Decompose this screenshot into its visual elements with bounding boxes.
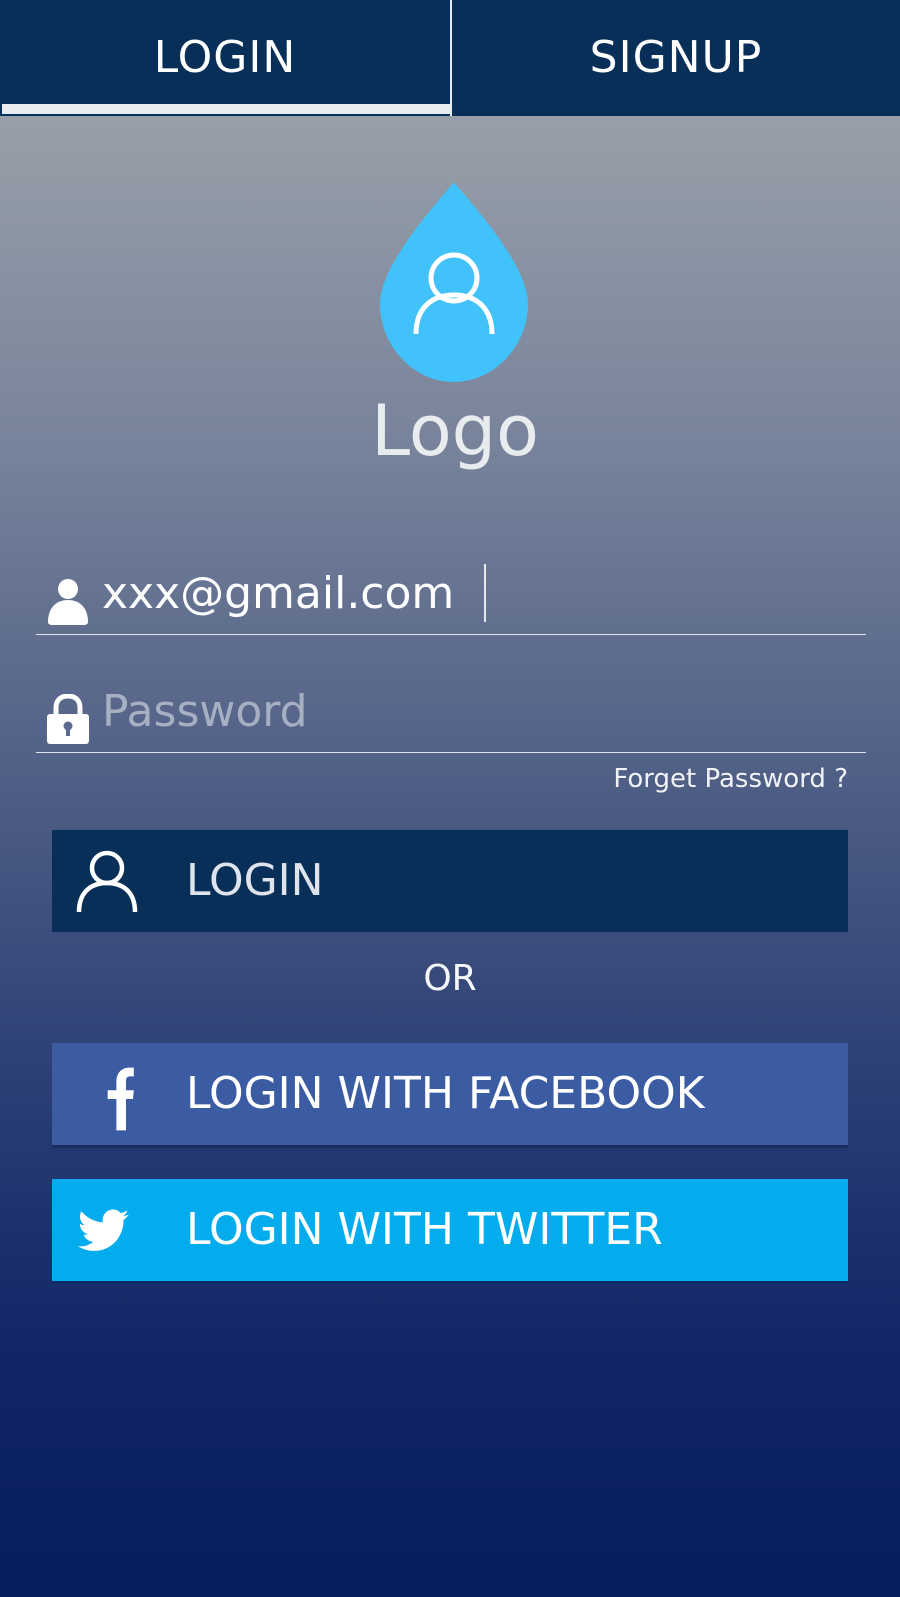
- login-button[interactable]: LOGIN: [52, 830, 848, 932]
- facebook-icon: [107, 1067, 134, 1131]
- lock-icon: [47, 694, 89, 744]
- text-cursor: [484, 564, 486, 622]
- active-tab-indicator: [2, 104, 450, 114]
- or-separator: OR: [423, 958, 477, 999]
- password-field: [36, 672, 866, 753]
- tab-bar: LOGIN SIGNUP: [0, 0, 900, 116]
- user-outline-icon: [76, 850, 138, 912]
- tab-signup[interactable]: SIGNUP: [452, 0, 900, 116]
- login-facebook-button[interactable]: LOGIN WITH FACEBOOK: [52, 1043, 848, 1148]
- email-field: [36, 554, 866, 635]
- user-icon: [48, 579, 88, 625]
- login-button-label: LOGIN: [186, 855, 324, 906]
- email-input[interactable]: [102, 558, 842, 628]
- forgot-password-link[interactable]: Forget Password ?: [613, 764, 848, 794]
- login-twitter-button[interactable]: LOGIN WITH TWITTER: [52, 1179, 848, 1284]
- tab-login[interactable]: LOGIN: [0, 0, 450, 116]
- password-input[interactable]: [102, 676, 842, 746]
- user-drop-icon: [380, 182, 528, 382]
- twitter-icon: [78, 1209, 129, 1251]
- twitter-button-label: LOGIN WITH TWITTER: [186, 1204, 663, 1255]
- logo-text: Logo: [371, 390, 539, 472]
- facebook-button-label: LOGIN WITH FACEBOOK: [186, 1068, 705, 1119]
- login-screen: LOGIN SIGNUP Logo Forget Password ?: [0, 0, 900, 1597]
